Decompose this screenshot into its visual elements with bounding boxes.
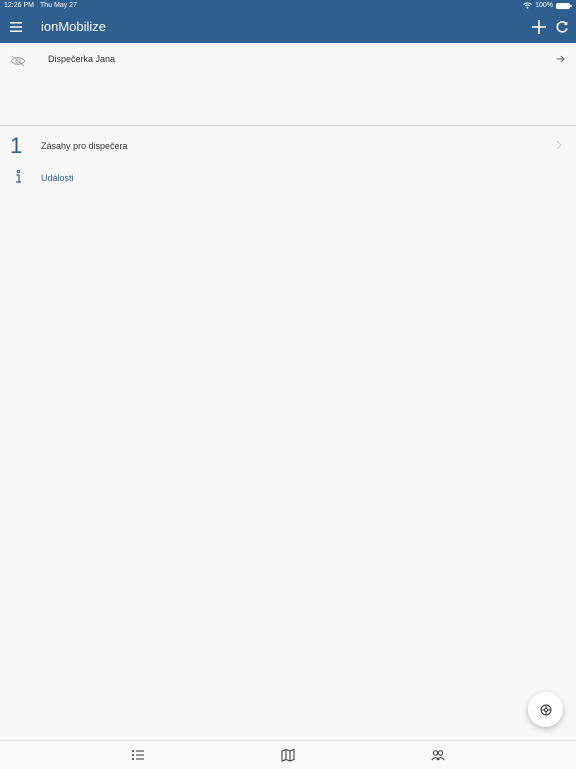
battery-icon xyxy=(556,2,572,9)
wifi-icon xyxy=(523,2,532,9)
status-right: 100% xyxy=(523,0,572,11)
user-name: Dispečerka Jana xyxy=(48,54,116,64)
interventions-label: Zásahy pro dispečera xyxy=(41,141,128,151)
bottom-tab-bar xyxy=(0,740,576,769)
list-icon[interactable] xyxy=(131,748,145,762)
status-time: 12:26 PM xyxy=(4,2,34,9)
status-bar: 12:26 PM Thu May 27 100% xyxy=(0,0,576,11)
app-header: 12:26 PM Thu May 27 100% ionMobilize xyxy=(0,0,576,43)
info-icon xyxy=(16,170,21,183)
people-icon[interactable] xyxy=(431,748,445,762)
battery-percent: 100% xyxy=(535,2,553,9)
arrow-right-icon[interactable] xyxy=(556,55,565,63)
list-item-events[interactable]: Události xyxy=(0,170,576,186)
add-icon[interactable] xyxy=(531,19,547,35)
intervention-count: 1 xyxy=(10,133,23,158)
list-item-interventions[interactable]: 1 Zásahy pro dispečera xyxy=(0,134,576,158)
status-date: Thu May 27 xyxy=(40,2,77,9)
map-icon[interactable] xyxy=(281,748,295,762)
steering-wheel-button[interactable] xyxy=(528,692,563,727)
menu-icon[interactable] xyxy=(10,21,22,33)
user-row[interactable]: Dispečerka Jana xyxy=(0,43,576,126)
app-title: ionMobilize xyxy=(41,19,107,34)
refresh-icon[interactable] xyxy=(555,20,569,34)
steering-wheel-icon xyxy=(540,704,551,715)
eye-off-icon[interactable] xyxy=(10,55,26,67)
chevron-right-icon xyxy=(556,140,562,150)
events-link[interactable]: Události xyxy=(41,172,74,185)
